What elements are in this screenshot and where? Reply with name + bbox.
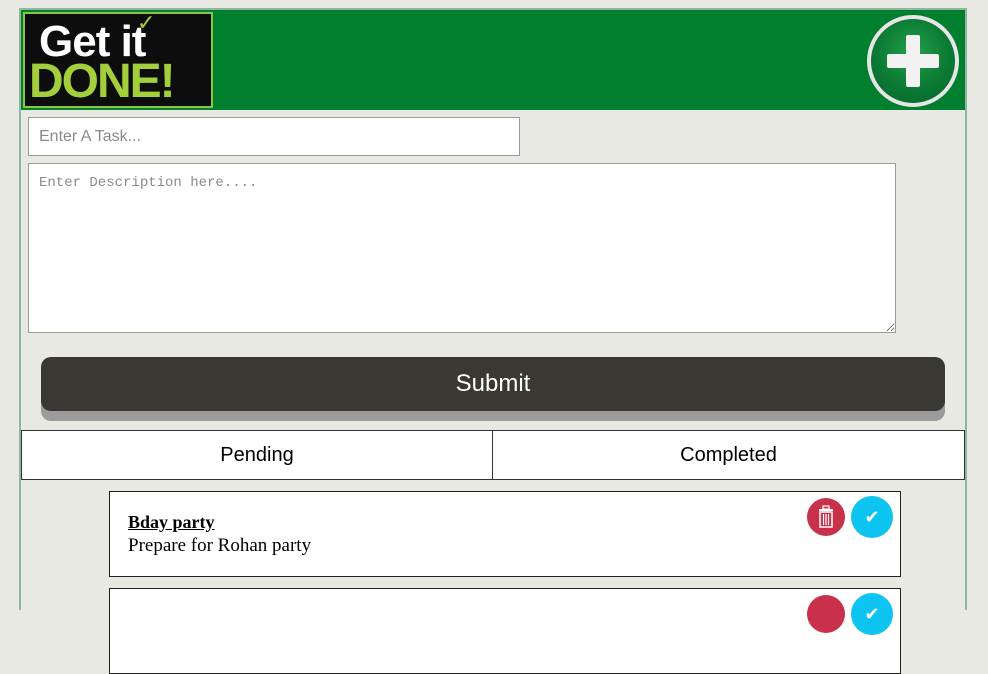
complete-task-button[interactable]: ✔ [851,593,893,635]
trash-icon [819,505,833,528]
delete-task-button[interactable] [807,498,845,536]
check-icon: ✔ [864,603,880,625]
logo-check-icon: ✓ [137,12,156,35]
check-icon: ✔ [864,506,880,528]
add-task-button[interactable] [867,15,959,107]
delete-task-button[interactable] [807,595,845,633]
task-card: Bday party Prepare for Rohan party ✔ [109,491,901,577]
tab-pending[interactable]: Pending [21,430,493,480]
task-tabs: Pending Completed [21,430,965,480]
task-description: Prepare for Rohan party [128,535,312,556]
tab-completed[interactable]: Completed [492,430,965,480]
app-container: Get it ✓ DONE! Submit Pending Completed … [19,8,967,674]
task-input[interactable] [28,117,520,156]
task-title: Bday party [128,512,215,532]
submit-button[interactable]: Submit [41,357,945,411]
task-card: ✔ [109,588,901,674]
complete-task-button[interactable]: ✔ [851,496,893,538]
logo-text-bottom: DONE! [29,55,176,108]
trash-icon [807,595,845,633]
header-bar: Get it ✓ DONE! [21,10,965,110]
description-field[interactable] [28,163,896,333]
app-logo: Get it ✓ DONE! [23,12,213,108]
